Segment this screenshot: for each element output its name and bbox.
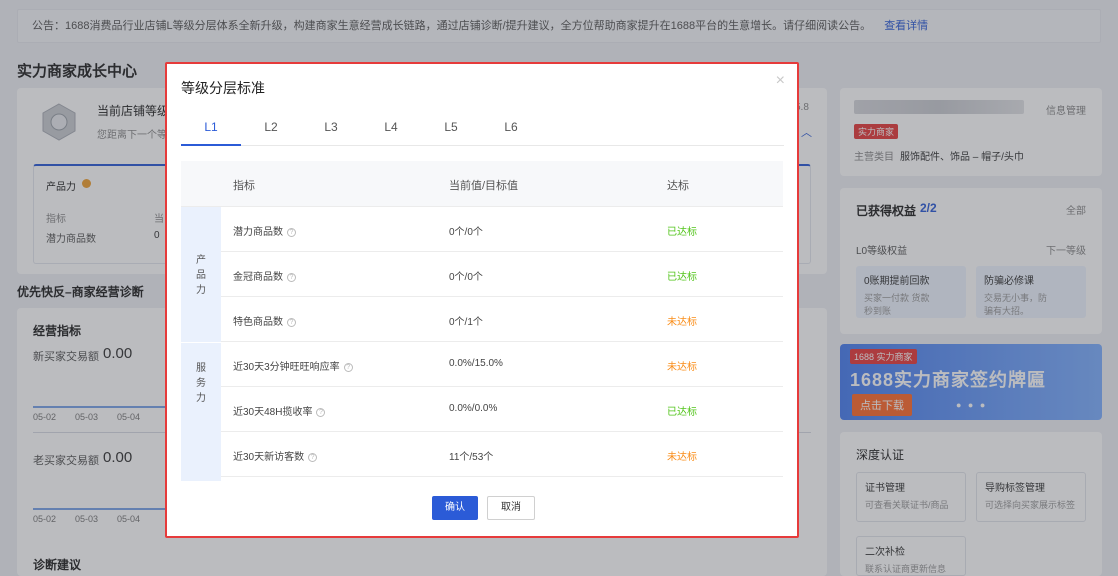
metric-value: 0.0%/0.0% <box>449 403 498 414</box>
status-badge: 未达标 <box>667 452 697 463</box>
help-icon[interactable]: ? <box>308 452 318 462</box>
metric-name: 金冠商品数? <box>233 268 296 283</box>
column-header-value: 当前值/目标值 <box>449 180 519 192</box>
group-label: 品 <box>196 270 206 281</box>
tab-l1[interactable]: L1 <box>181 120 241 134</box>
column-header-metric: 指标 <box>233 180 255 192</box>
status-badge: 未达标 <box>667 317 697 328</box>
metric-name: 潜力商品数? <box>233 223 296 238</box>
tab-l4[interactable]: L4 <box>361 120 421 134</box>
help-icon[interactable]: ? <box>287 317 296 327</box>
table-row: 近30天新访客数? 11个/53个 未达标 <box>221 432 783 477</box>
close-icon[interactable]: × <box>776 72 785 90</box>
help-icon[interactable]: ? <box>316 407 326 417</box>
tab-l5[interactable]: L5 <box>421 120 481 134</box>
table-header: 指标 当前值/目标值 达标 <box>181 161 783 207</box>
help-icon[interactable]: ? <box>287 272 296 282</box>
cancel-button[interactable]: 取消 <box>487 496 535 520</box>
table-row: 特色商品数? 0个/1个 未达标 <box>221 297 783 342</box>
group-label: 力 <box>196 393 206 404</box>
tab-l2[interactable]: L2 <box>241 120 301 134</box>
tab-l3[interactable]: L3 <box>301 120 361 134</box>
metric-value: 11个/53个 <box>449 452 494 463</box>
table-row: 潜力商品数? 0个/0个 已达标 <box>221 207 783 252</box>
level-tabs: L1 L2 L3 L4 L5 L6 <box>181 114 784 146</box>
status-badge: 已达标 <box>667 227 697 238</box>
metric-name: 特色商品数? <box>233 313 296 328</box>
metric-value: 0个/1个 <box>449 317 483 328</box>
metric-name: 近30天3分钟旺旺响应率? <box>233 358 353 373</box>
status-badge: 已达标 <box>667 272 697 283</box>
metric-value: 0个/0个 <box>449 227 483 238</box>
metric-value: 0.0%/15.0% <box>449 358 503 369</box>
help-icon[interactable]: ? <box>287 227 296 237</box>
table-row: 近30天3分钟旺旺响应率? 0.0%/15.0% 未达标 <box>221 342 783 387</box>
group-label: 力 <box>196 285 206 296</box>
metric-name: 近30天48H揽收率? <box>233 403 326 418</box>
group-service-power: 服 务 力 <box>181 342 221 481</box>
dialog-title: 等级分层标准 <box>181 80 265 96</box>
group-label: 服 <box>196 363 206 374</box>
help-icon[interactable]: ? <box>343 362 353 372</box>
tab-l6[interactable]: L6 <box>481 120 541 134</box>
active-tab-indicator <box>181 144 241 146</box>
metric-name: 近30天新访客数? <box>233 448 318 463</box>
level-metrics-table: 指标 当前值/目标值 达标 产 品 力 服 务 力 潜力商品数? 0个/0个 已… <box>181 161 783 481</box>
metric-value: 0个/0个 <box>449 272 483 283</box>
table-row: 金冠商品数? 0个/0个 已达标 <box>221 252 783 297</box>
level-standard-dialog: 等级分层标准 × L1 L2 L3 L4 L5 L6 指标 当前值/目标值 达标… <box>165 62 799 538</box>
group-label: 务 <box>196 378 206 389</box>
group-product-power: 产 品 力 <box>181 207 221 342</box>
table-row: 近30天48H揽收率? 0.0%/0.0% 已达标 <box>221 387 783 432</box>
confirm-button[interactable]: 确认 <box>432 496 478 520</box>
column-header-status: 达标 <box>667 180 689 192</box>
status-badge: 已达标 <box>667 407 697 418</box>
status-badge: 未达标 <box>667 362 697 373</box>
group-label: 产 <box>196 255 206 266</box>
